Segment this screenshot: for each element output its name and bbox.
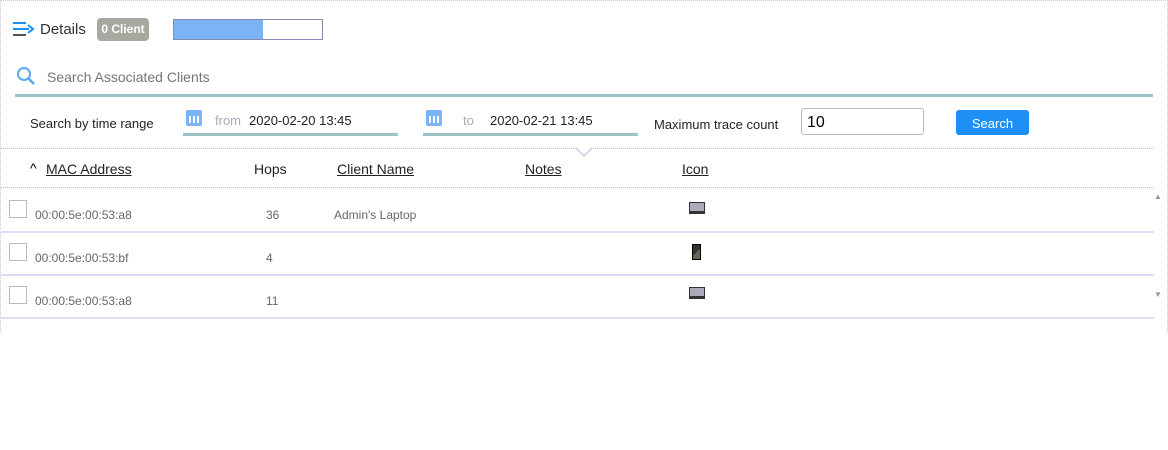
panel-title: Details xyxy=(40,21,86,38)
scroll-down-arrow[interactable]: ▼ xyxy=(1154,290,1162,299)
row-divider xyxy=(1,231,1154,233)
caret-pointer xyxy=(576,148,592,157)
mac-cell: 00:00:5e:00:53:a8 xyxy=(35,208,132,222)
progress-fill xyxy=(174,20,263,39)
from-date-field[interactable]: from 2020-02-20 13:45 xyxy=(183,109,398,136)
client-count-badge: 0 Client xyxy=(97,18,149,41)
from-label: from xyxy=(215,113,241,128)
time-range-label: Search by time range xyxy=(30,116,154,131)
laptop-icon xyxy=(689,202,705,214)
hops-cell: 11 xyxy=(266,294,279,308)
search-button[interactable]: Search xyxy=(956,110,1029,135)
search-icon xyxy=(17,67,35,85)
laptop-icon xyxy=(689,287,705,299)
to-label: to xyxy=(463,113,474,128)
progress-bar xyxy=(173,19,323,40)
column-header-mac[interactable]: MAC Address xyxy=(46,161,132,177)
to-date-value: 2020-02-21 13:45 xyxy=(490,113,593,128)
details-panel xyxy=(0,0,1168,333)
max-trace-label: Maximum trace count xyxy=(654,117,779,132)
row-divider xyxy=(1,274,1154,276)
column-header-icon[interactable]: Icon xyxy=(682,161,708,177)
row-checkbox[interactable] xyxy=(9,243,27,261)
from-date-value: 2020-02-20 13:45 xyxy=(249,113,352,128)
calendar-icon[interactable] xyxy=(426,110,442,126)
max-trace-input[interactable]: 10 xyxy=(801,108,924,135)
phone-icon xyxy=(692,244,701,260)
search-field[interactable] xyxy=(15,64,1153,97)
scroll-up-arrow[interactable]: ▲ xyxy=(1154,192,1162,201)
sort-ascending-icon[interactable]: ^ xyxy=(30,160,37,176)
column-header-notes[interactable]: Notes xyxy=(525,161,562,177)
search-input[interactable] xyxy=(45,68,649,86)
column-header-client-name[interactable]: Client Name xyxy=(337,161,414,177)
calendar-icon[interactable] xyxy=(186,110,202,126)
hops-cell: 4 xyxy=(266,251,273,265)
column-header-hops[interactable]: Hops xyxy=(254,161,287,177)
client-name-cell: Admin's Laptop xyxy=(334,208,417,222)
row-checkbox[interactable] xyxy=(9,286,27,304)
to-date-field[interactable]: to 2020-02-21 13:45 xyxy=(423,109,638,136)
mac-cell: 00:00:5e:00:53:a8 xyxy=(35,294,132,308)
hops-cell: 36 xyxy=(266,208,280,222)
row-checkbox[interactable] xyxy=(9,200,27,218)
mac-cell: 00:00:5e:00:53:bf xyxy=(35,251,129,265)
row-divider xyxy=(1,317,1154,319)
header-divider xyxy=(1,187,1154,189)
details-menu-icon[interactable] xyxy=(13,21,35,37)
